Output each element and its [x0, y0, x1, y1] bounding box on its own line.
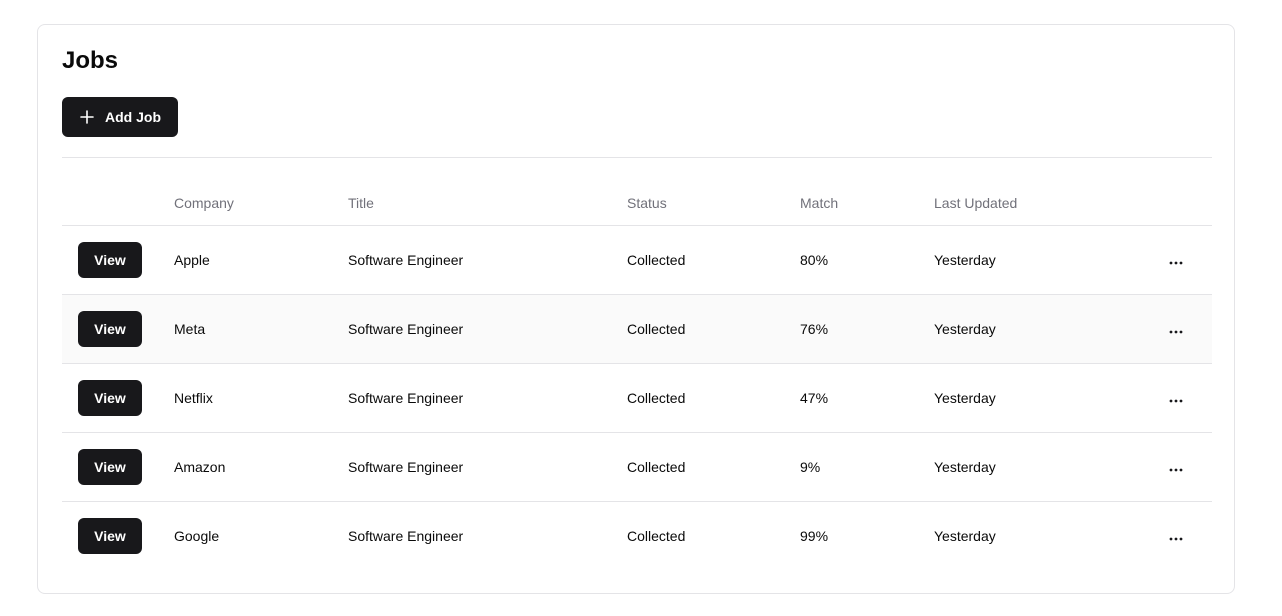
- column-header-title[interactable]: Title: [348, 194, 374, 212]
- company-cell: Meta: [174, 321, 206, 337]
- status-cell: Collected: [627, 252, 686, 268]
- status-cell: Collected: [627, 390, 686, 406]
- view-button[interactable]: View: [78, 518, 142, 554]
- table-row[interactable]: View Netflix Software Engineer Collected…: [62, 364, 1212, 433]
- title-cell: Software Engineer: [348, 459, 464, 475]
- column-header-last-updated[interactable]: Last Updated: [934, 194, 1017, 212]
- match-cell: 47%: [800, 390, 829, 406]
- plus-icon: [79, 109, 95, 125]
- column-header-company[interactable]: Company: [174, 194, 234, 212]
- company-cell: Amazon: [174, 459, 226, 475]
- view-button[interactable]: View: [78, 449, 142, 485]
- last-updated-cell: Yesterday: [934, 321, 996, 337]
- more-horizontal-icon: [1169, 529, 1183, 544]
- title-cell: Software Engineer: [348, 321, 464, 337]
- match-cell: 9%: [800, 459, 821, 475]
- match-cell: 76%: [800, 321, 829, 337]
- jobs-table: Company Title Status Match Last Updated …: [62, 158, 1212, 571]
- more-horizontal-icon: [1169, 391, 1183, 406]
- add-job-button[interactable]: Add Job: [62, 97, 178, 137]
- company-cell: Google: [174, 528, 220, 544]
- status-cell: Collected: [627, 528, 686, 544]
- row-menu-button[interactable]: [1160, 246, 1192, 274]
- status-cell: Collected: [627, 459, 686, 475]
- table-row[interactable]: View Meta Software Engineer Collected 76…: [62, 295, 1212, 364]
- last-updated-cell: Yesterday: [934, 528, 996, 544]
- page-title: Jobs: [62, 47, 119, 74]
- jobs-card: Jobs Add Job Company Title Status Match …: [37, 24, 1235, 594]
- more-horizontal-icon: [1169, 322, 1183, 337]
- title-cell: Software Engineer: [348, 390, 464, 406]
- row-menu-button[interactable]: [1160, 453, 1192, 481]
- table-row[interactable]: View Amazon Software Engineer Collected …: [62, 433, 1212, 502]
- column-header-match[interactable]: Match: [800, 194, 838, 212]
- view-button[interactable]: View: [78, 380, 142, 416]
- table-row[interactable]: View Apple Software Engineer Collected 8…: [62, 226, 1212, 295]
- table-header: Company Title Status Match Last Updated: [62, 158, 1212, 226]
- company-cell: Netflix: [174, 390, 213, 406]
- row-menu-button[interactable]: [1160, 315, 1192, 343]
- view-button[interactable]: View: [78, 311, 142, 347]
- column-header-status[interactable]: Status: [627, 194, 667, 212]
- company-cell: Apple: [174, 252, 210, 268]
- match-cell: 80%: [800, 252, 829, 268]
- last-updated-cell: Yesterday: [934, 252, 996, 268]
- status-cell: Collected: [627, 321, 686, 337]
- row-menu-button[interactable]: [1160, 522, 1192, 550]
- title-cell: Software Engineer: [348, 252, 464, 268]
- title-cell: Software Engineer: [348, 528, 464, 544]
- table-row[interactable]: View Google Software Engineer Collected …: [62, 502, 1212, 571]
- view-button[interactable]: View: [78, 242, 142, 278]
- last-updated-cell: Yesterday: [934, 459, 996, 475]
- row-menu-button[interactable]: [1160, 384, 1192, 412]
- more-horizontal-icon: [1169, 460, 1183, 475]
- match-cell: 99%: [800, 528, 829, 544]
- add-job-label: Add Job: [105, 109, 161, 125]
- more-horizontal-icon: [1169, 253, 1183, 268]
- last-updated-cell: Yesterday: [934, 390, 996, 406]
